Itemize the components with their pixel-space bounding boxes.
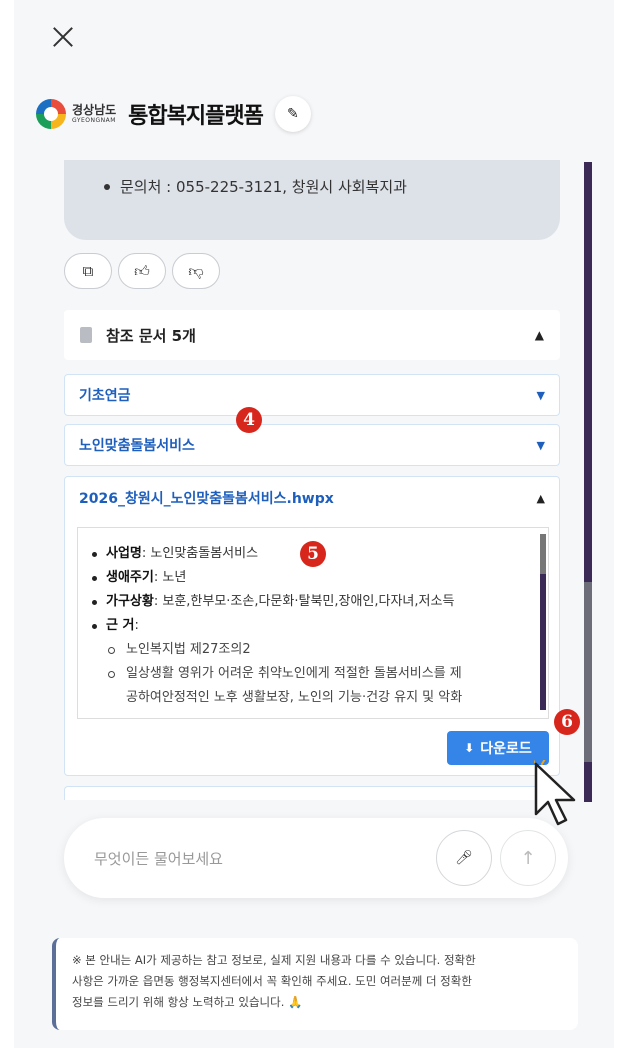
copy-icon[interactable]: ⧉: [64, 253, 112, 289]
reference-item-label: 노인맞춤돌봄서비스: [79, 438, 195, 454]
header-brand: 경상남도 GYEONGNAM 통합복지플랫폼 ✎: [36, 94, 311, 134]
reference-item[interactable]: [64, 786, 560, 800]
thumbs-up-icon[interactable]: 👍︎: [118, 253, 166, 289]
chat-input-placeholder: 무엇이든 물어보세요: [94, 850, 223, 868]
logo-text: 경상남도 GYEONGNAM: [72, 104, 116, 124]
caret-down-icon: ▼: [536, 438, 545, 452]
list-item: 근 거:: [92, 614, 532, 638]
sub-list-item-continued: 공하여안정적인 노후 생활보장, 노인의 기능·건강 유지 및 악화: [126, 690, 463, 705]
preview-scroll-thumb[interactable]: [540, 534, 546, 574]
annotation-marker: 4: [236, 407, 262, 433]
field-value: : 노년: [153, 570, 187, 585]
reaction-bar: ⧉ 👍︎ 👎︎: [64, 253, 220, 289]
field-value: :: [134, 618, 139, 633]
field-label: 사업명: [106, 546, 142, 561]
mouse-cursor-icon: [534, 760, 576, 826]
reference-item[interactable]: 노인맞춤돌봄서비스 ▼: [64, 424, 560, 466]
page-title: 통합복지플랫폼: [128, 104, 264, 129]
caret-up-icon: ▲: [534, 328, 544, 342]
reference-item-label: 2026_창원시_노인맞춤돌봄서비스.hwpx: [79, 491, 334, 507]
references-header[interactable]: 참조 문서 5개 ▲: [64, 310, 560, 360]
document-icon: [80, 327, 92, 343]
caret-down-icon: ▼: [536, 388, 545, 402]
thumbs-down-icon[interactable]: 👎︎: [172, 253, 220, 289]
gyeongnam-logo-icon: [36, 99, 66, 129]
reference-item[interactable]: 기초연금 ▼: [64, 374, 560, 416]
field-value: : 노인맞춤돌봄서비스: [141, 546, 259, 561]
logo-korean: 경상남도: [72, 103, 117, 117]
field-value: : 보훈,한부모·조손,다문화·탈북민,장애인,다자녀,저소득: [153, 594, 455, 609]
reference-item-expanded: 2026_창원시_노인맞춤돌봄서비스.hwpx ▲ 사업명: 노인맞춤돌봄서비스…: [64, 476, 560, 776]
chat-area: 문의처 : 055-225-3121, 창원시 사회복지과 ⧉ 👍︎ 👎︎ 참조…: [48, 160, 588, 800]
list-item: 생애주기: 노년: [92, 566, 532, 590]
field-label: 근 거: [106, 618, 135, 633]
contact-line: 문의처 : 055-225-3121, 창원시 사회복지과: [120, 178, 407, 196]
pencil-icon[interactable]: ✎: [274, 96, 311, 132]
download-label: 다운로드: [480, 741, 532, 757]
field-label: 가구상황: [106, 594, 154, 609]
disclaimer-line: ※ 본 안내는 AI가 제공하는 참고 정보로, 실제 지원 내용과 다를 수 …: [72, 953, 476, 967]
list-item: 가구상황: 보훈,한부모·조손,다문화·탈북민,장애인,다자녀,저소득: [92, 590, 532, 614]
field-label: 생애주기: [106, 570, 154, 585]
annotation-marker: 6: [554, 709, 580, 735]
close-icon[interactable]: [50, 24, 76, 50]
annotation-marker: 5: [300, 541, 326, 567]
disclaimer-line: 정보를 드리기 위해 항상 노력하고 있습니다. 🙏: [72, 995, 303, 1009]
disclaimer-line: 사항은 가까운 읍면동 행정복지센터에서 꼭 확인해 주세요. 도민 여러분께 …: [72, 974, 472, 988]
reference-item-header[interactable]: 2026_창원시_노인맞춤돌봄서비스.hwpx ▲: [65, 477, 559, 519]
mic-icon[interactable]: 🎤︎: [436, 830, 492, 886]
logo-english: GYEONGNAM: [72, 117, 116, 124]
sub-list-item: 노인복지법 제27조의2: [92, 638, 532, 662]
sub-list-item: 일상생활 영위가 어려운 취약노인에게 적절한 돌봄서비스를 제: [92, 662, 532, 686]
answer-bubble: 문의처 : 055-225-3121, 창원시 사회복지과: [64, 160, 560, 240]
disclaimer-box: ※ 본 안내는 AI가 제공하는 참고 정보로, 실제 지원 내용과 다를 수 …: [52, 938, 578, 1030]
bullet: [104, 184, 110, 190]
send-arrow-icon[interactable]: ↑: [500, 830, 556, 886]
references-title: 참조 문서 5개: [106, 326, 196, 345]
reference-item-label: 기초연금: [79, 388, 131, 404]
chat-input[interactable]: 무엇이든 물어보세요 🎤︎ ↑: [64, 818, 568, 898]
caret-up-icon: ▲: [536, 491, 545, 505]
download-icon: ⬇: [464, 741, 475, 755]
